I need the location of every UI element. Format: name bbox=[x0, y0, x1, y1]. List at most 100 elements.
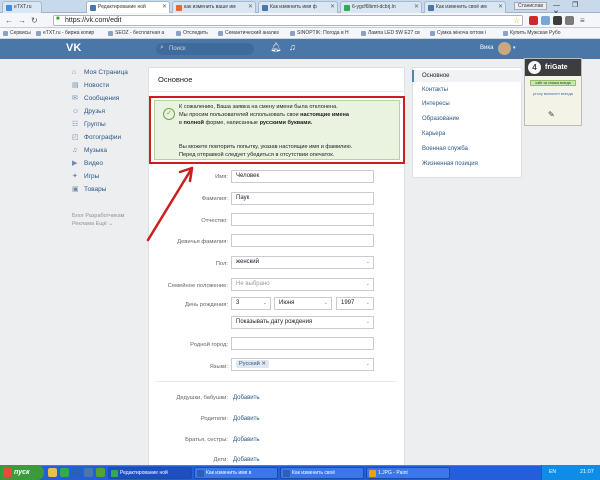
chevron-down-icon[interactable]: ▾ bbox=[513, 45, 516, 51]
language-tag[interactable]: Русский ✕ bbox=[236, 360, 270, 368]
birthday-visibility-select[interactable]: Показывать дату рождения ⌄ bbox=[231, 316, 374, 329]
music-icon[interactable]: ♫ bbox=[289, 42, 296, 52]
quicklaunch-icon[interactable] bbox=[96, 468, 105, 477]
bookmark-item[interactable]: eTXT.ru - биржа копир bbox=[36, 30, 94, 36]
quicklaunch-icon[interactable] bbox=[72, 468, 81, 477]
close-tab-icon[interactable]: ✕ bbox=[498, 2, 503, 13]
birthday-day-select[interactable]: 3 ⌄ bbox=[231, 297, 271, 310]
maiden-name-field[interactable] bbox=[231, 234, 374, 247]
family-status-select[interactable]: Не выбрано ⌄ bbox=[231, 278, 374, 291]
browser-profile-badge[interactable]: Станислав bbox=[514, 2, 548, 10]
frigate-note[interactable]: proxy включен всегда bbox=[527, 91, 579, 96]
birthday-year-select[interactable]: 1997 ⌄ bbox=[336, 297, 374, 310]
reload-icon[interactable]: ↻ bbox=[31, 16, 38, 25]
sidebar-item-friends[interactable]: ☺ Друзья bbox=[72, 108, 105, 115]
sidebar-item-groups[interactable]: ☷ Группы bbox=[72, 121, 106, 128]
menu-icon[interactable]: ≡ bbox=[580, 16, 585, 25]
bookmark-item[interactable]: Купить Мужская Рубо bbox=[503, 30, 561, 36]
bookmark-apps[interactable]: Сервисы bbox=[3, 30, 31, 36]
chevron-down-icon: ⌄ bbox=[365, 319, 370, 325]
address-bar[interactable]: https://vk.com/edit bbox=[53, 15, 523, 26]
tab-life-position[interactable]: Жизненная позиция bbox=[412, 158, 522, 170]
language-indicator[interactable]: EN bbox=[549, 469, 556, 475]
tab-career[interactable]: Карьера bbox=[412, 128, 522, 140]
sidebar-item-photos[interactable]: ◰ Фотографии bbox=[72, 134, 121, 141]
sex-select[interactable]: женский ⌄ bbox=[231, 256, 374, 269]
back-icon[interactable]: ← bbox=[5, 16, 13, 25]
browser-tab[interactable]: как изменить ваше им ✕ bbox=[172, 1, 256, 13]
first-name-field[interactable]: Человек bbox=[231, 170, 374, 183]
extension-icon[interactable] bbox=[529, 16, 538, 25]
add-parents-link[interactable]: Добавить bbox=[233, 416, 260, 422]
tab-contacts[interactable]: Контакты bbox=[412, 84, 522, 96]
sidebar-item-news[interactable]: ▤ Новости bbox=[72, 82, 109, 89]
frigate-settings-icon[interactable]: ✎ bbox=[548, 110, 555, 119]
extension-icon[interactable] bbox=[565, 16, 574, 25]
notice-fragment: в bbox=[179, 120, 182, 126]
sidebar-item-my-page[interactable]: ⌂ Моя Страница bbox=[72, 69, 128, 76]
tab-main[interactable]: Основное bbox=[412, 70, 522, 82]
patronymic-field[interactable] bbox=[231, 213, 374, 226]
vk-logo[interactable]: VK bbox=[66, 42, 84, 56]
star-icon[interactable]: ☆ bbox=[513, 16, 520, 25]
sidebar-item-music[interactable]: ♫ Музыка bbox=[72, 147, 107, 154]
bookmark-item[interactable]: Сумка жіноча оптом і bbox=[430, 30, 486, 36]
quicklaunch-icon[interactable] bbox=[84, 468, 93, 477]
last-name-field[interactable]: Паук bbox=[231, 192, 374, 205]
close-tab-icon[interactable]: ✕ bbox=[248, 2, 253, 13]
frigate-extension-icon[interactable] bbox=[553, 16, 562, 25]
chrome-icon[interactable] bbox=[60, 468, 69, 477]
add-grandparents-link[interactable]: Добавить bbox=[233, 395, 260, 401]
browser-tab[interactable]: Как изменить имя ф ✕ bbox=[258, 1, 338, 13]
sidebar-footer-links[interactable]: Блог Разработчикам Реклама Ещё ⌄ bbox=[72, 212, 142, 228]
close-tab-icon[interactable]: ✕ bbox=[330, 2, 335, 13]
languages-field[interactable]: Русский ✕ ⌄ bbox=[231, 358, 374, 371]
tab-education[interactable]: Образование bbox=[412, 113, 522, 125]
frigate-name: friGate bbox=[545, 64, 568, 71]
forward-icon[interactable]: → bbox=[18, 16, 26, 25]
close-tab-icon[interactable]: ✕ bbox=[162, 2, 167, 13]
browser-tab[interactable]: eTXT.ru bbox=[2, 1, 42, 13]
page-title: Основное bbox=[158, 75, 193, 84]
bookmark-item[interactable]: Отследить bbox=[176, 30, 208, 36]
frigate-status-button[interactable]: сайт из списка всегда bbox=[530, 80, 576, 86]
bookmark-item[interactable]: SINOPTIK: Погода в Н bbox=[290, 30, 349, 36]
bookmark-item[interactable]: Лампа LED 5W E27 св bbox=[361, 30, 420, 36]
hometown-field[interactable] bbox=[231, 337, 374, 350]
sidebar-item-video[interactable]: ▶ Видео bbox=[72, 160, 103, 167]
sidebar-item-goods[interactable]: ▣ Товары bbox=[72, 186, 106, 193]
music-icon: ♫ bbox=[72, 147, 78, 154]
close-tab-icon[interactable]: ✕ bbox=[414, 2, 419, 13]
languages-label: Языки: bbox=[209, 364, 228, 370]
taskbar-task[interactable]: 1.JPG - Paint bbox=[366, 467, 450, 479]
message-icon: ✉ bbox=[72, 95, 78, 102]
bookmark-item[interactable]: SEOZ - бесплатная а bbox=[108, 30, 164, 36]
notice-line: Вы можете повторить попытку, указав наст… bbox=[179, 144, 353, 150]
tab-military[interactable]: Военная служба bbox=[412, 143, 522, 155]
extension-icon[interactable] bbox=[541, 16, 550, 25]
tab-label: 6-ygcf6lbmt-dcbrj.ln bbox=[352, 4, 396, 10]
quicklaunch-icon[interactable] bbox=[48, 468, 57, 477]
birthday-month-select[interactable]: Июня ⌄ bbox=[274, 297, 332, 310]
add-siblings-link[interactable]: Добавить bbox=[233, 437, 260, 443]
search-input[interactable]: Поиск bbox=[156, 43, 254, 55]
browser-tab-active[interactable]: Редактирование ной ✕ bbox=[86, 1, 170, 13]
avatar[interactable] bbox=[498, 42, 511, 55]
sidebar-item-messages[interactable]: ✉ Сообщения bbox=[72, 95, 119, 102]
sidebar-item-games[interactable]: ✦ Игры bbox=[72, 173, 99, 180]
bell-icon[interactable]: 🔔︎ bbox=[270, 42, 281, 53]
sidebar-item-label: Видео bbox=[84, 160, 103, 167]
taskbar-task[interactable]: Как изменить имя в bbox=[194, 467, 278, 479]
notice-text: К сожалению, Ваша заявка на смену имени … bbox=[179, 103, 399, 127]
taskbar-task[interactable]: Редактирование ной bbox=[108, 467, 192, 479]
browser-tab[interactable]: 6-ygcf6lbmt-dcbrj.ln ✕ bbox=[340, 1, 422, 13]
taskbar-task[interactable]: Как изменить своё bbox=[280, 467, 364, 479]
user-name[interactable]: Вика bbox=[480, 45, 493, 51]
language-tag-label: Русский bbox=[239, 361, 260, 367]
bookmark-item[interactable]: Семантический анализ bbox=[218, 30, 279, 36]
browser-tab[interactable]: Как изменить своё им ✕ bbox=[424, 1, 506, 13]
chevron-down-icon: ⌄ bbox=[323, 300, 328, 306]
chrome-icon bbox=[111, 470, 118, 477]
tab-interests[interactable]: Интересы bbox=[412, 98, 522, 110]
add-children-link[interactable]: Добавить bbox=[233, 457, 260, 463]
